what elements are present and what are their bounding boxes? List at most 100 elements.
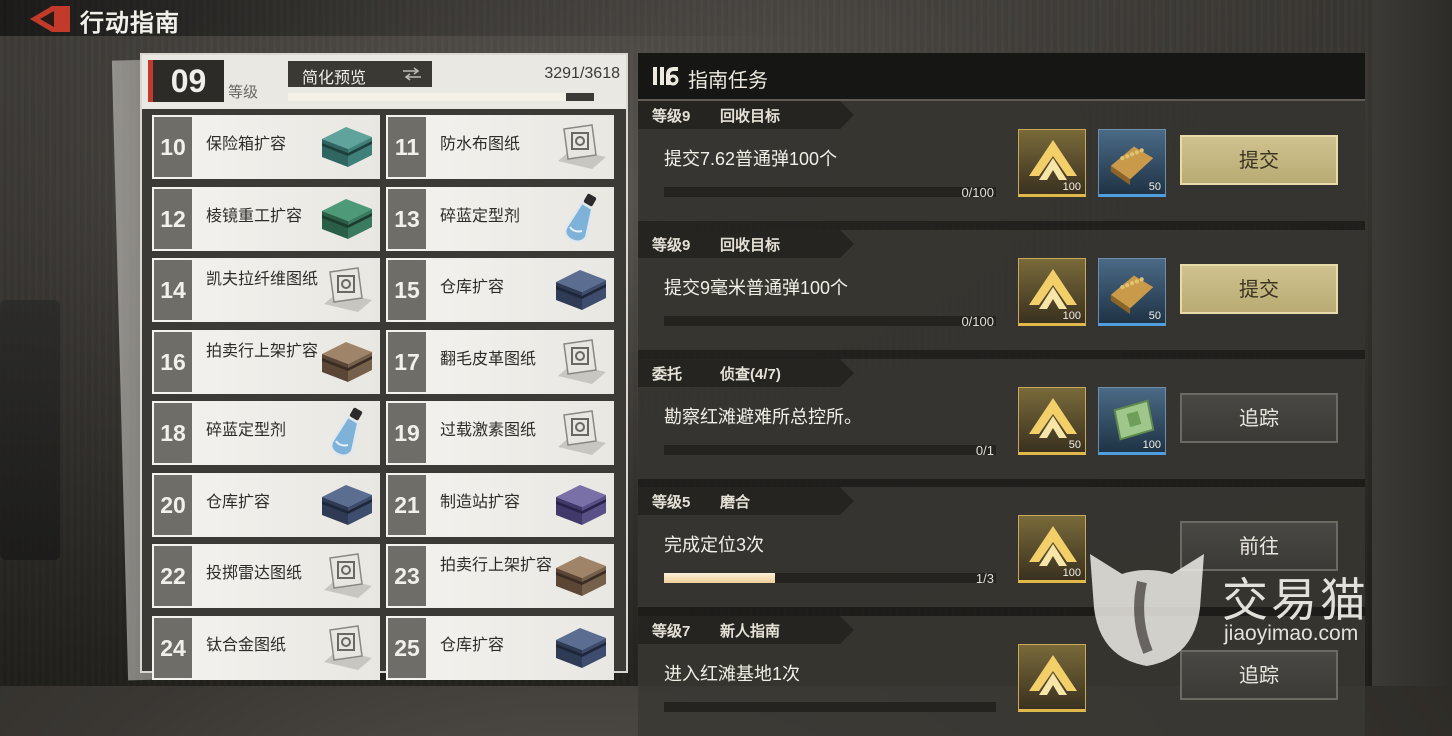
unlock-item-23[interactable]: 23 拍卖行上架扩容	[386, 544, 614, 608]
task-type: 等级9	[652, 108, 691, 125]
watermark-url: jiaoyimao.com	[1224, 622, 1359, 645]
unlock-item-14[interactable]: 14 凯夫拉纤维图纸	[152, 258, 380, 322]
task-action-button[interactable]: 提交	[1180, 264, 1338, 314]
unlock-level: 23	[388, 546, 426, 606]
unlock-level: 24	[154, 617, 192, 678]
level-unlock-panel: 09 等级 简化预览 3291/3618 10 保险箱扩容 11 防水布图纸 12 棱…	[140, 53, 628, 680]
task-description: 提交9毫米普通弹100个	[664, 278, 849, 298]
task-card: 委托 侦查(4/7) 勘察红滩避难所总控所。 0/1 50 100 追踪	[638, 359, 1365, 479]
crate-green-icon	[318, 193, 376, 245]
blueprint-icon	[318, 264, 376, 316]
task-progress-text: 0/1	[975, 443, 994, 458]
xp-reward[interactable]	[1018, 644, 1086, 712]
xp-reward[interactable]: 50	[1018, 387, 1086, 455]
unlock-name: 投掷雷达图纸	[206, 565, 303, 582]
task-type: 等级5	[652, 494, 691, 511]
background-rifle	[0, 300, 60, 560]
task-description: 完成定位3次	[664, 535, 765, 555]
flask-icon	[552, 193, 610, 245]
task-category: 回收目标	[720, 108, 781, 125]
task-category: 侦查(4/7)	[720, 366, 781, 383]
blueprint-icon	[552, 336, 610, 388]
unlock-item-15[interactable]: 15 仓库扩容	[386, 258, 614, 322]
crate-brown-icon	[318, 336, 376, 388]
unlock-item-13[interactable]: 13 碎蓝定型剂	[386, 186, 614, 251]
crate-navy-icon	[318, 479, 376, 531]
unlock-item-16[interactable]: 16 拍卖行上架扩容	[152, 329, 380, 394]
unlock-level: 19	[388, 403, 426, 463]
unlock-name: 仓库扩容	[440, 279, 505, 296]
unlock-item-19[interactable]: 19 过载激素图纸	[386, 401, 614, 465]
unlock-item-21[interactable]: 21 制造站扩容	[386, 472, 614, 537]
task-panel-header: 指南任务	[638, 53, 1365, 99]
task-description: 进入红滩基地1次	[664, 664, 801, 684]
reward-quantity: 50	[1148, 310, 1161, 322]
task-action-button[interactable]: 提交	[1180, 135, 1338, 185]
unlock-level: 21	[388, 474, 426, 535]
unlock-name: 凯夫拉纤维图纸	[206, 271, 319, 288]
guide-tasks-icon	[653, 67, 679, 86]
crate-navy-icon	[552, 622, 610, 674]
task-card: 等级9 回收目标 提交7.62普通弹100个 0/100 100 50 提交	[638, 101, 1365, 221]
unlock-item-25[interactable]: 25 仓库扩容	[386, 615, 614, 680]
unlock-name: 钛合金图纸	[206, 636, 287, 654]
unlock-name: 碎蓝定型剂	[206, 422, 287, 439]
unlock-item-20[interactable]: 20 仓库扩容	[152, 472, 380, 537]
unlock-name: 制造站扩容	[440, 493, 521, 511]
task-type: 等级9	[652, 237, 691, 254]
item-reward[interactable]: 100	[1098, 387, 1166, 455]
crate-navy-icon	[552, 264, 610, 316]
cat-logo-icon	[1090, 554, 1204, 666]
unlock-level: 10	[154, 117, 192, 177]
task-tag: 等级9 回收目标	[638, 230, 854, 258]
unlock-name: 棱镜重工扩容	[206, 207, 303, 225]
unlock-item-18[interactable]: 18 碎蓝定型剂	[152, 401, 380, 465]
reward-quantity: 50	[1068, 439, 1081, 451]
unlock-level: 25	[388, 617, 426, 678]
task-progress-bar	[664, 702, 996, 712]
crate-brown-icon	[552, 550, 610, 602]
unlock-item-24[interactable]: 24 钛合金图纸	[152, 615, 380, 680]
swap-icon	[403, 67, 421, 81]
back-button[interactable]	[30, 6, 70, 32]
reward-quantity: 100	[1142, 439, 1161, 451]
xp-chevron-icon	[1029, 655, 1077, 695]
blueprint-icon	[552, 121, 610, 173]
xp-reward[interactable]: 100	[1018, 515, 1086, 583]
task-type: 等级7	[652, 623, 691, 640]
unlock-level: 11	[388, 117, 426, 177]
flask-icon	[318, 407, 376, 459]
unlock-item-12[interactable]: 12 棱镜重工扩容	[152, 186, 380, 251]
crate-purple-icon	[552, 479, 610, 531]
xp-progress-bar	[288, 93, 594, 101]
item-reward[interactable]: 50	[1098, 129, 1166, 197]
reward-quantity: 50	[1148, 181, 1161, 193]
task-category: 新人指南	[720, 623, 781, 640]
unlock-item-22[interactable]: 22 投掷雷达图纸	[152, 544, 380, 608]
task-category: 回收目标	[720, 237, 781, 254]
simplified-preview-button[interactable]: 简化预览	[288, 61, 432, 87]
unlock-level: 20	[154, 474, 192, 535]
task-action-button[interactable]: 追踪	[1180, 393, 1338, 443]
unlock-name: 保险箱扩容	[206, 136, 287, 153]
unlock-level: 13	[388, 188, 426, 249]
unlock-item-17[interactable]: 17 翻毛皮革图纸	[386, 329, 614, 394]
task-tag: 委托 侦查(4/7)	[638, 359, 854, 387]
xp-text: 3291/3618	[544, 65, 620, 82]
blueprint-icon	[552, 407, 610, 459]
task-tag: 等级5 磨合	[638, 487, 854, 515]
xp-reward[interactable]: 100	[1018, 129, 1086, 197]
unlock-level: 18	[154, 403, 192, 463]
xp-reward[interactable]: 100	[1018, 258, 1086, 326]
unlock-name: 过载激素图纸	[440, 422, 537, 439]
unlock-item-10[interactable]: 10 保险箱扩容	[152, 115, 380, 179]
unlock-level: 16	[154, 331, 192, 392]
item-reward[interactable]: 50	[1098, 258, 1166, 326]
blueprint-icon	[318, 550, 376, 602]
level-header: 09 等级 简化预览 3291/3618	[142, 55, 626, 109]
page-title: 行动指南	[80, 10, 180, 37]
unlock-item-11[interactable]: 11 防水布图纸	[386, 115, 614, 179]
task-card: 等级9 回收目标 提交9毫米普通弹100个 0/100 100 50 提交	[638, 230, 1365, 350]
watermark-brand: 交易猫	[1222, 574, 1369, 626]
unlock-name: 仓库扩容	[440, 636, 505, 654]
